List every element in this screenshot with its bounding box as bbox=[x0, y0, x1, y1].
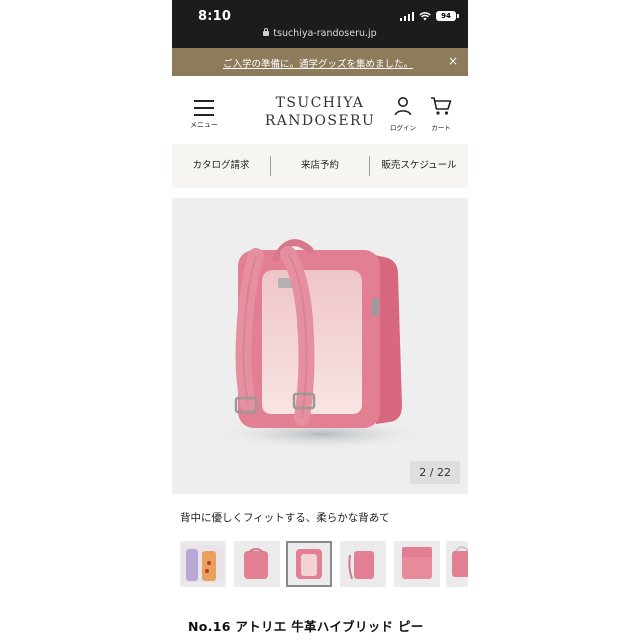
product-title: No.16 アトリエ 牛革ハイブリッド ピー bbox=[188, 619, 424, 634]
logo-line-1: TSUCHIYA bbox=[275, 95, 365, 111]
logo-line-2: RANDOSERU bbox=[264, 113, 376, 129]
thumbnail-backpack-open[interactable] bbox=[394, 541, 440, 587]
url-bar[interactable]: tsuchiya-randoseru.jp bbox=[172, 28, 468, 39]
site-header: メニュー TSUCHIYA RANDOSERU ログイン カート bbox=[172, 76, 468, 144]
product-main-image[interactable]: 2 / 22 bbox=[172, 198, 468, 494]
backpack-front-icon bbox=[244, 548, 268, 579]
status-time: 8:10 bbox=[198, 9, 232, 24]
login-button[interactable]: ログイン bbox=[386, 96, 420, 132]
backpack-detail-icon bbox=[452, 546, 468, 577]
nav-catalog-request[interactable]: カタログ請求 bbox=[172, 156, 270, 176]
wifi-icon bbox=[419, 11, 431, 20]
backpack-open-icon bbox=[402, 547, 432, 579]
image-counter: 2 / 22 bbox=[410, 461, 460, 484]
site-logo[interactable]: TSUCHIYA RANDOSERU bbox=[262, 94, 378, 130]
cart-icon bbox=[431, 97, 452, 115]
thumbnail-backpack-detail[interactable] bbox=[446, 541, 468, 587]
login-label: ログイン bbox=[390, 124, 416, 132]
signal-icon bbox=[399, 11, 414, 21]
quick-nav: カタログ請求 来店予約 販売スケジュール bbox=[172, 144, 468, 188]
thumbnail-accessories[interactable] bbox=[180, 541, 226, 587]
nav-store-reservation[interactable]: 来店予約 bbox=[270, 156, 369, 176]
battery-icon: 94 bbox=[436, 11, 459, 21]
menu-label: メニュー bbox=[190, 121, 218, 129]
thumbnail-backpack-back[interactable] bbox=[286, 541, 332, 587]
status-bar: 8:10 94 tsuchiya-randoseru.jp bbox=[172, 0, 468, 48]
image-caption: 背中に優しくフィットする、柔らかな背あて bbox=[180, 512, 390, 524]
status-icons: 94 bbox=[399, 11, 459, 21]
thumbnail-backpack-front[interactable] bbox=[234, 541, 280, 587]
close-icon[interactable]: × bbox=[448, 55, 458, 67]
cart-label: カート bbox=[431, 124, 451, 132]
hamburger-icon bbox=[188, 100, 220, 116]
accessories-icon bbox=[182, 545, 224, 583]
lock-icon bbox=[263, 28, 270, 36]
backpack-back-image bbox=[210, 239, 434, 450]
phone-screen: 8:10 94 tsuchiya-randoseru.jp ご入学の準備に。通学… bbox=[172, 0, 468, 640]
thumbnail-backpack-side[interactable] bbox=[340, 541, 386, 587]
cart-button[interactable]: カート bbox=[424, 96, 458, 132]
backpack-back-icon bbox=[296, 549, 322, 579]
user-icon bbox=[394, 97, 412, 116]
url-text: tsuchiya-randoseru.jp bbox=[273, 28, 377, 39]
announcement-bar: ご入学の準備に。通学グッズを集めました。 × bbox=[172, 48, 468, 76]
thumbnail-strip bbox=[180, 541, 468, 589]
backpack-side-icon bbox=[348, 551, 374, 580]
announcement-link[interactable]: ご入学の準備に。通学グッズを集めました。 bbox=[172, 56, 448, 70]
nav-sales-schedule[interactable]: 販売スケジュール bbox=[369, 156, 468, 176]
menu-button[interactable]: メニュー bbox=[188, 100, 220, 130]
